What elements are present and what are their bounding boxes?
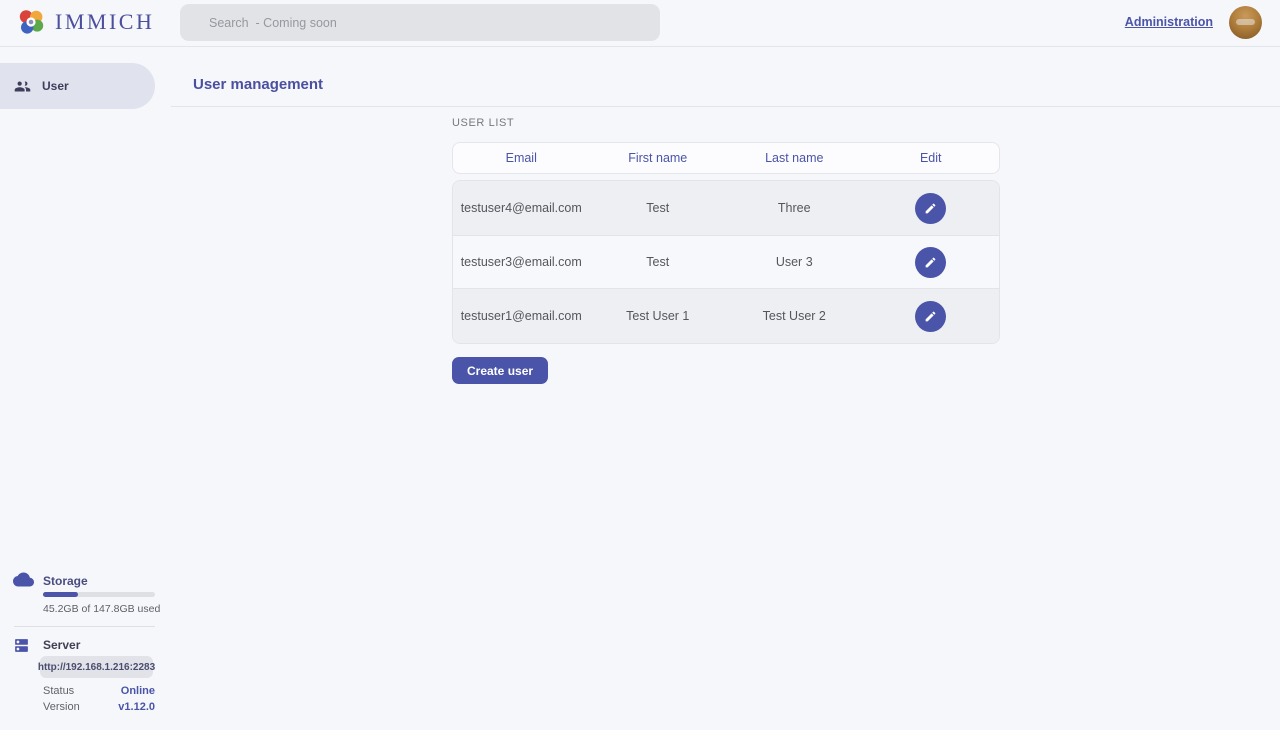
- immich-flower-icon: [16, 7, 46, 37]
- server-version-row: Version v1.12.0: [43, 701, 155, 713]
- edit-user-button[interactable]: [915, 247, 946, 278]
- server-url-badge: http://192.168.1.216:2283: [40, 656, 153, 678]
- column-header-last-name: Last name: [726, 143, 863, 173]
- table-row: testuser1@email.com Test User 1 Test Use…: [453, 289, 999, 343]
- storage-progress-fill: [43, 592, 78, 597]
- cell-last-name: Three: [726, 181, 863, 235]
- sidebar-divider: [14, 626, 155, 627]
- edit-user-button[interactable]: [915, 301, 946, 332]
- cell-last-name: User 3: [726, 236, 863, 288]
- table-row: testuser4@email.com Test Three: [453, 181, 999, 235]
- user-list-label: USER LIST: [452, 117, 514, 129]
- cell-last-name: Test User 2: [726, 289, 863, 343]
- cell-first-name: Test User 1: [590, 289, 727, 343]
- logo-wordmark: IMMICH: [55, 9, 154, 35]
- edit-user-button[interactable]: [915, 193, 946, 224]
- pencil-icon: [924, 202, 937, 215]
- user-table-body: testuser4@email.com Test Three testuser3…: [452, 180, 1000, 344]
- storage-usage-text: 45.2GB of 147.8GB used: [43, 603, 160, 615]
- user-table-header: Email First name Last name Edit: [452, 142, 1000, 174]
- status-value: Online: [121, 685, 155, 697]
- page-title: User management: [193, 76, 323, 93]
- cell-email: testuser3@email.com: [453, 236, 590, 288]
- version-value: v1.12.0: [118, 701, 155, 713]
- cloud-icon: [13, 572, 34, 592]
- sidebar-item-user[interactable]: User: [0, 63, 155, 109]
- search-input[interactable]: [180, 4, 660, 41]
- storage-title: Storage: [43, 574, 88, 588]
- server-status-row: Status Online: [43, 685, 155, 697]
- table-row: testuser3@email.com Test User 3: [453, 235, 999, 289]
- pencil-icon: [924, 310, 937, 323]
- column-header-email: Email: [453, 143, 590, 173]
- top-bar: IMMICH Administration: [0, 0, 1280, 47]
- server-title: Server: [43, 638, 80, 652]
- pencil-icon: [924, 256, 937, 269]
- cell-email: testuser1@email.com: [453, 289, 590, 343]
- user-avatar[interactable]: [1229, 6, 1262, 39]
- sidebar-item-label: User: [42, 79, 69, 93]
- column-header-first-name: First name: [590, 143, 727, 173]
- server-icon: [13, 637, 30, 659]
- status-label: Status: [43, 685, 74, 697]
- immich-logo[interactable]: IMMICH: [16, 7, 154, 37]
- version-label: Version: [43, 701, 80, 713]
- users-group-icon: [14, 78, 31, 95]
- cell-email: testuser4@email.com: [453, 181, 590, 235]
- title-divider: [171, 106, 1280, 107]
- cell-first-name: Test: [590, 181, 727, 235]
- column-header-edit: Edit: [863, 143, 1000, 173]
- administration-link[interactable]: Administration: [1125, 15, 1213, 29]
- storage-progress-bar: [43, 592, 155, 597]
- create-user-button[interactable]: Create user: [452, 357, 548, 384]
- cell-first-name: Test: [590, 236, 727, 288]
